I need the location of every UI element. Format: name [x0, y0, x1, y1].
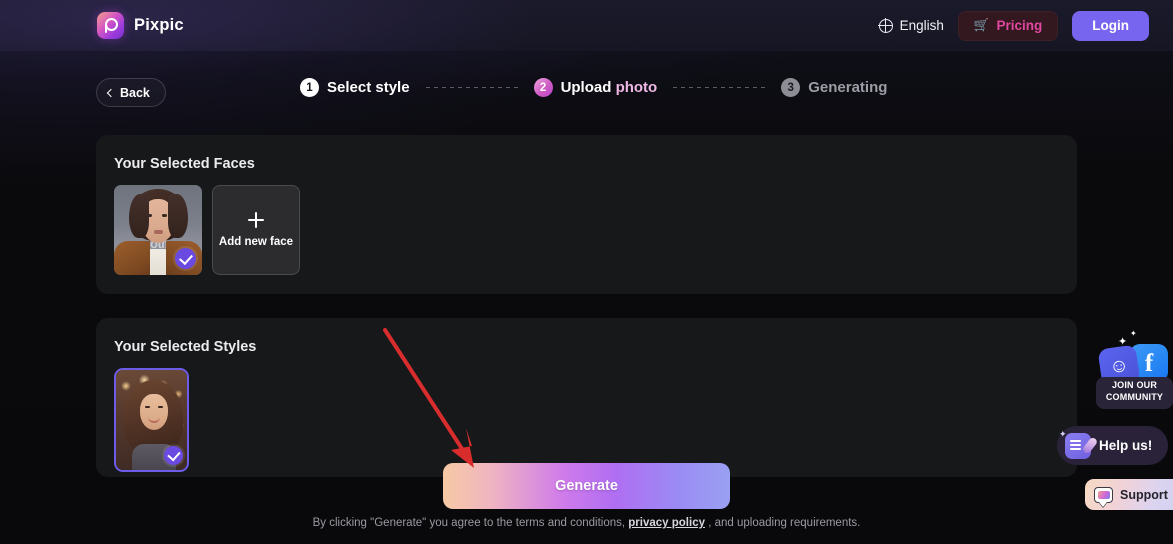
privacy-policy-link[interactable]: privacy policy — [628, 517, 705, 529]
style-selected-check-icon — [164, 446, 183, 465]
login-button[interactable]: Login — [1072, 10, 1149, 41]
step-select-style[interactable]: 1 Select style — [300, 78, 410, 97]
community-line-2: COMMUNITY — [1105, 391, 1164, 402]
faces-section-title: Your Selected Faces — [114, 156, 255, 172]
survey-pen-icon — [1065, 432, 1099, 459]
help-us-widget[interactable]: ✦ Help us! — [1057, 426, 1169, 465]
style-skin — [140, 394, 168, 430]
brand-logo-group[interactable]: Pixpic — [97, 12, 184, 39]
face-hair-left — [129, 194, 149, 238]
face-lips — [154, 230, 163, 234]
join-community-widget[interactable]: ✦ ✦ f ☺ JOIN OUR COMMUNITY — [1096, 329, 1173, 413]
header-actions: English 🛒 Pricing Login — [878, 10, 1149, 41]
step-connector-1 — [425, 87, 518, 88]
selected-style-thumbnail[interactable] — [114, 368, 189, 472]
support-label: Support — [1120, 487, 1168, 502]
step-1-number: 1 — [300, 78, 319, 97]
language-label: English — [899, 18, 944, 33]
generate-button[interactable]: Generate — [443, 463, 730, 509]
step-3-number: 3 — [781, 78, 801, 97]
terms-prefix: By clicking "Generate" you agree to the … — [312, 517, 626, 529]
pricing-label: Pricing — [996, 18, 1043, 33]
selected-styles-card: Your Selected Styles — [96, 318, 1077, 477]
face-hair-right — [168, 194, 188, 238]
face-jacket-left — [114, 241, 150, 275]
step-2-label-accent: photo — [615, 79, 658, 96]
globe-icon — [878, 18, 893, 33]
step-connector-2 — [673, 87, 766, 88]
step-generating[interactable]: 3 Generating — [781, 78, 887, 97]
selected-face-thumbnail[interactable] — [114, 185, 202, 275]
face-eye-right — [162, 214, 167, 217]
styles-thumbnail-row — [114, 368, 189, 472]
styles-section-title: Your Selected Styles — [114, 339, 257, 355]
pricing-button[interactable]: 🛒 Pricing — [957, 10, 1059, 41]
pen-icon — [1081, 435, 1099, 455]
back-label: Back — [120, 85, 150, 100]
selected-faces-card: Your Selected Faces Add new face — [96, 135, 1077, 294]
community-line-1: JOIN OUR — [1111, 380, 1158, 390]
sparkle-icon-2: ✦ — [1130, 329, 1137, 338]
stepper-row: Back 1 Select style 2 Upload photo 3 Gen… — [0, 78, 1173, 108]
face-selected-check-icon — [175, 248, 196, 269]
step-upload-photo[interactable]: 2 Upload photo — [533, 78, 658, 97]
top-header: Pixpic English 🛒 Pricing Login — [0, 0, 1173, 51]
chat-bubble-icon — [1094, 486, 1113, 503]
step-1-label: Select style — [327, 79, 410, 96]
community-label: JOIN OUR COMMUNITY — [1096, 377, 1173, 409]
add-new-face-button[interactable]: Add new face — [212, 185, 300, 275]
terms-disclaimer: By clicking "Generate" you agree to the … — [0, 517, 1173, 529]
step-2-number: 2 — [533, 78, 553, 97]
cart-icon: 🛒 — [973, 18, 990, 33]
app-page: Pixpic English 🛒 Pricing Login Back 1 Se… — [0, 0, 1173, 544]
support-widget[interactable]: Support — [1085, 479, 1173, 510]
faces-thumbnail-row: Add new face — [114, 185, 300, 275]
step-3-label: Generating — [808, 79, 888, 96]
help-us-label: Help us! — [1099, 438, 1153, 453]
step-2-label-main: Upload — [560, 79, 616, 96]
language-selector[interactable]: English — [878, 18, 944, 33]
terms-suffix: , and uploading requirements. — [708, 517, 861, 529]
step-2-label: Upload photo — [561, 79, 658, 96]
brand-name: Pixpic — [134, 16, 184, 34]
add-new-face-label: Add new face — [218, 236, 294, 248]
chevron-left-icon — [106, 88, 116, 97]
back-button[interactable]: Back — [96, 78, 166, 107]
plus-icon — [248, 212, 264, 228]
pixpic-logo-icon — [97, 12, 124, 39]
face-eye-left — [147, 214, 152, 217]
progress-stepper: 1 Select style 2 Upload photo 3 Generati… — [300, 78, 887, 97]
